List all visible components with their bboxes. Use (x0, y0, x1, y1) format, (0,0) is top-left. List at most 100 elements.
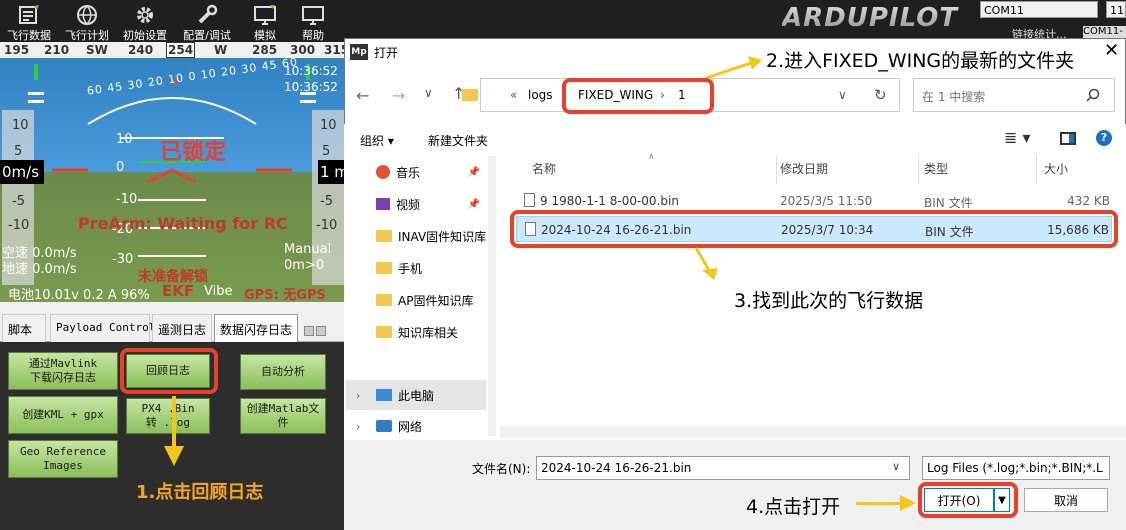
geo-reference-button[interactable]: Geo Reference Images (8, 440, 118, 478)
com-port-select[interactable]: COM11 (980, 1, 1098, 18)
step4-annotation: 4.点击打开 (746, 496, 841, 518)
refresh-icon[interactable]: ↻ (874, 86, 887, 104)
toolbar-label: 飞行计划 (65, 29, 109, 42)
create-matlab-button[interactable]: 创建Matlab文 件 (240, 398, 326, 434)
step3-annotation: 3.找到此次的飞行数据 (734, 290, 924, 312)
nav-item-this-pc[interactable]: › 此电脑 (350, 381, 490, 409)
search-icon[interactable] (1086, 88, 1100, 102)
create-kml-button[interactable]: 创建KML + gpx (8, 396, 118, 434)
ekf-indicator[interactable]: EKF (162, 282, 194, 300)
filename-input[interactable]: 2024-10-24 16-26-21.bin (536, 456, 910, 480)
nav-item-network[interactable]: › 网络 (350, 412, 490, 440)
speed-tape-label: -10 (8, 218, 30, 233)
file-date: 2025/3/5 11:50 (780, 194, 873, 208)
sort-indicator-icon: ∧ (648, 152, 655, 162)
forward-icon[interactable]: → (392, 86, 405, 105)
file-icon (524, 193, 535, 207)
toolbar-label: 帮助 (302, 29, 324, 42)
video-icon (376, 198, 390, 210)
px4-convert-button[interactable]: PX4 .Bin 转 .log (126, 398, 210, 434)
column-divider (776, 156, 777, 184)
tab-telemetry-logs[interactable]: 遥测日志 (152, 314, 212, 342)
column-divider (918, 156, 919, 184)
step1-arrow (172, 396, 176, 450)
nav-item-phone[interactable]: 手机 (350, 254, 490, 282)
battery-readout: 电池10.01v 0.2 A 96% (8, 288, 150, 303)
back-icon[interactable]: ← (356, 86, 369, 105)
baud-select[interactable]: 115 (1106, 1, 1126, 18)
toolbar-initial-setup[interactable]: 初始设置 (116, 0, 174, 42)
nav-item-inav[interactable]: INAV固件知识库 (350, 222, 490, 250)
alt-tape-label: -5 (320, 194, 333, 209)
horizontal-scrollbar[interactable] (500, 426, 1126, 438)
tab-scripts[interactable]: 脚本 (2, 314, 46, 342)
gear-icon (137, 7, 153, 23)
step1-annotation: 1.点击回顾日志 (136, 482, 264, 503)
wrench-icon (198, 4, 218, 24)
preview-pane-icon[interactable] (1060, 132, 1076, 145)
compass-heading-value: 254 (166, 42, 196, 58)
nav-item-label: 音乐 (396, 165, 421, 180)
speed-tape-label: 10 (12, 118, 29, 133)
folder-icon (376, 326, 392, 338)
mp-app-icon: Mp (350, 44, 368, 60)
compass-label: 285 (252, 43, 278, 57)
toolbar-flight-plan[interactable]: 飞行计划 (58, 0, 116, 42)
column-type[interactable]: 类型 (924, 160, 948, 177)
cancel-button[interactable]: 取消 (1024, 488, 1108, 512)
alt-tape-label: 10 (320, 118, 337, 133)
tab-scroll-left[interactable] (304, 326, 314, 336)
nav-item-label: 视频 (396, 197, 421, 212)
breadcrumb-logs[interactable]: logs (528, 88, 553, 102)
column-divider (1036, 156, 1037, 184)
expand-icon: › (356, 419, 361, 433)
compass-label: 210 (44, 43, 70, 57)
auto-analysis-button[interactable]: 自动分析 (240, 354, 326, 390)
file-size: 432 KB (1067, 194, 1110, 208)
review-log-highlight (120, 348, 218, 394)
speed-readout: 0m/s (0, 160, 44, 184)
breadcrumb-overflow[interactable]: « (510, 88, 517, 102)
new-folder-button[interactable]: 新建文件夹 (428, 132, 488, 149)
folder-icon (376, 230, 392, 242)
folder-icon (376, 294, 392, 306)
tab-scroll-right[interactable] (316, 326, 326, 336)
tab-payload-control[interactable]: Payload Control (50, 314, 155, 342)
file-type-filter[interactable]: Log Files (*.log;*.bin;*.BIN;*.L (922, 456, 1110, 480)
column-name[interactable]: 名称 (532, 160, 556, 177)
filename-dropdown-icon[interactable]: ∨ (892, 460, 900, 473)
recent-dropdown-icon[interactable]: ∨ (424, 86, 433, 100)
hud-time-secondary: 10:36:52 (284, 80, 338, 94)
toolbar-help[interactable]: 帮助 (284, 0, 342, 42)
pitch-label: 0 (116, 160, 125, 175)
download-logs-button[interactable]: 通过Mavlink 下载闪存日志 (8, 352, 118, 390)
toolbar-config-tuning[interactable]: 配置/调试 (178, 0, 236, 42)
flight-data-icon (19, 5, 39, 24)
nav-item-ap-kb[interactable]: AP固件知识库 (350, 286, 490, 314)
column-date[interactable]: 修改日期 (780, 160, 828, 177)
step4-arrow (856, 502, 904, 505)
step3-arrow (694, 247, 718, 280)
tab-dataflash-logs[interactable]: 数据闪存日志 (214, 314, 298, 342)
file-row[interactable]: 9 1980-1-1 8-00-00.bin 2025/3/5 11:50 BI… (516, 190, 1116, 212)
close-icon[interactable]: ✕ (1104, 40, 1119, 61)
selected-file-highlight (510, 210, 1118, 248)
open-button-highlight (918, 482, 1018, 518)
nav-item-music[interactable]: 音乐 📌 (350, 158, 490, 186)
address-dropdown-icon[interactable]: ∨ (838, 88, 847, 102)
monitor-icon (254, 5, 276, 25)
column-size[interactable]: 大小 (1044, 160, 1068, 177)
dialog-title: 打开 (374, 46, 399, 60)
network-icon (376, 420, 392, 432)
nav-item-label: 网络 (398, 419, 423, 434)
nav-item-kb-related[interactable]: 知识库相关 (350, 318, 490, 346)
organize-menu[interactable]: 组织 ▾ (360, 132, 394, 149)
nav-item-video[interactable]: 视频 📌 (350, 190, 490, 218)
help-icon[interactable]: ? (1096, 130, 1112, 146)
view-options-icon[interactable]: ≣ ▾ (1004, 128, 1031, 147)
toolbar-flight-data[interactable]: 飞行数据 (0, 0, 58, 42)
gps-status: GPS: 无GPS (244, 288, 326, 303)
vibe-indicator[interactable]: Vibe (204, 284, 232, 299)
flight-mode-sub: 0m>0 (284, 258, 325, 273)
filename-label: 文件名(N): (472, 462, 531, 476)
